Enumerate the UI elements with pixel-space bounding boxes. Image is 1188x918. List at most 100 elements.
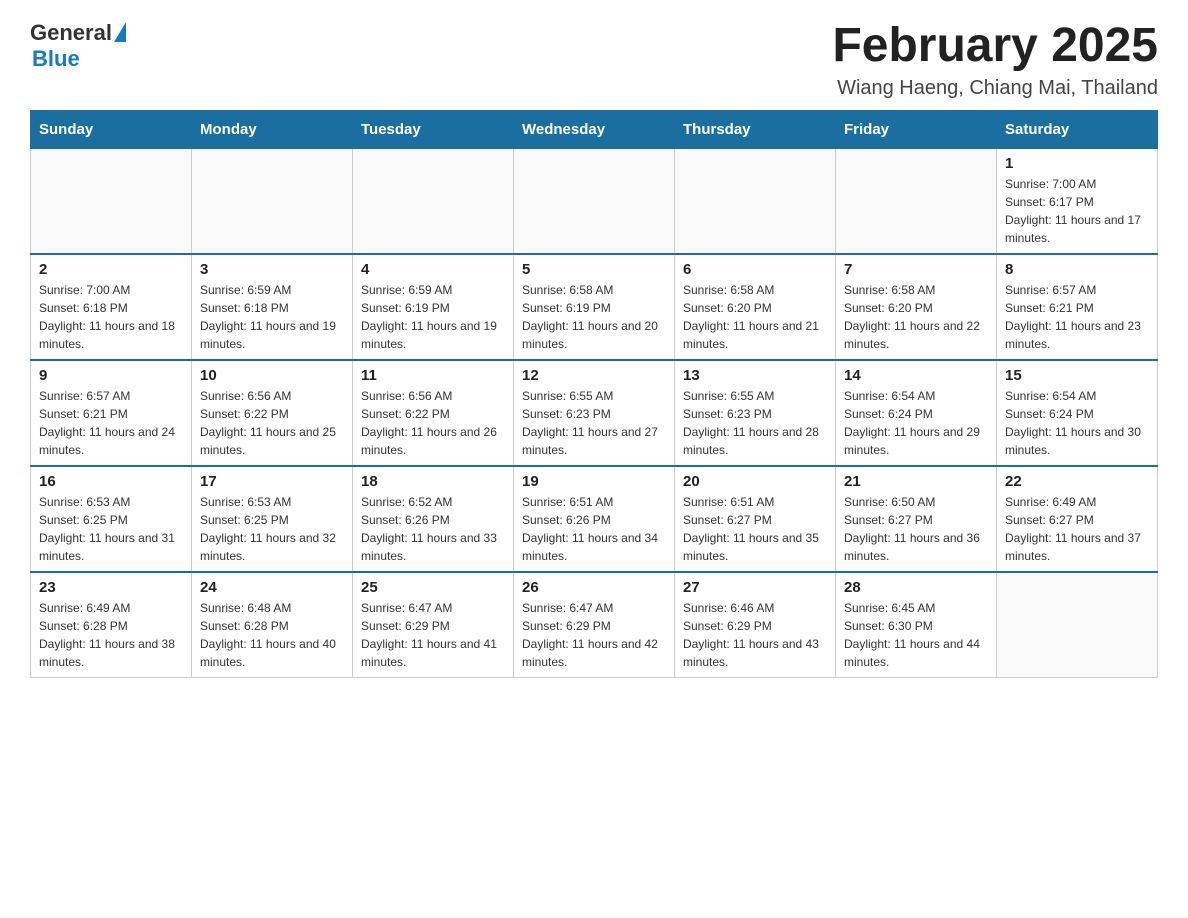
calendar-day-cell: 6Sunrise: 6:58 AMSunset: 6:20 PMDaylight… [675,254,836,360]
calendar-day-cell: 15 Sunrise: 6:54 AMSunset: 6:24 PMDayligh… [997,360,1158,466]
calendar-day-cell: 16 Sunrise: 6:53 AMSunset: 6:25 PMDayligh… [31,466,192,572]
calendar-day-cell: 21 Sunrise: 6:50 AMSunset: 6:27 PMDayligh… [836,466,997,572]
day-number: 10 [200,367,344,384]
day-info: Sunrise: 6:52 AMSunset: 6:26 PMDaylight:… [361,493,505,565]
calendar-day-cell [997,572,1158,678]
calendar-day-cell: 13 Sunrise: 6:55 AMSunset: 6:23 PMDayligh… [675,360,836,466]
day-number: 19 [522,473,666,490]
day-number: 3 [200,261,344,278]
weekday-header-friday: Friday [836,110,997,148]
calendar-week-row: 9 Sunrise: 6:57 AMSunset: 6:21 PMDaylight… [31,360,1158,466]
calendar-day-cell [31,148,192,254]
calendar-day-cell: 19 Sunrise: 6:51 AMSunset: 6:26 PMDayligh… [514,466,675,572]
day-info: Sunrise: 6:49 AMSunset: 6:27 PMDaylight:… [1005,493,1149,565]
logo-triangle-icon [114,22,126,42]
calendar-day-cell: 20 Sunrise: 6:51 AMSunset: 6:27 PMDayligh… [675,466,836,572]
calendar-day-cell: 8 Sunrise: 6:57 AMSunset: 6:21 PMDaylight… [997,254,1158,360]
day-number: 4 [361,261,505,278]
day-info: Sunrise: 6:58 AMSunset: 6:20 PMDaylight:… [844,281,988,353]
day-info: Sunrise: 6:57 AMSunset: 6:21 PMDaylight:… [39,387,183,459]
day-info: Sunrise: 6:53 AMSunset: 6:25 PMDaylight:… [39,493,183,565]
day-info: Sunrise: 6:59 AMSunset: 6:18 PMDaylight:… [200,281,344,353]
calendar-day-cell: 4 Sunrise: 6:59 AMSunset: 6:19 PMDaylight… [353,254,514,360]
day-info: Sunrise: 6:51 AMSunset: 6:27 PMDaylight:… [683,493,827,565]
day-number: 22 [1005,473,1149,490]
title-section: February 2025 Wiang Haeng, Chiang Mai, T… [832,20,1158,100]
day-info: Sunrise: 6:55 AMSunset: 6:23 PMDaylight:… [522,387,666,459]
day-info: Sunrise: 6:49 AMSunset: 6:28 PMDaylight:… [39,599,183,671]
day-number: 2 [39,261,183,278]
day-info: Sunrise: 6:47 AMSunset: 6:29 PMDaylight:… [361,599,505,671]
day-info: Sunrise: 6:54 AMSunset: 6:24 PMDaylight:… [1005,387,1149,459]
weekday-header-row: SundayMondayTuesdayWednesdayThursdayFrid… [31,110,1158,148]
calendar-day-cell: 24 Sunrise: 6:48 AMSunset: 6:28 PMDayligh… [192,572,353,678]
location-subtitle: Wiang Haeng, Chiang Mai, Thailand [832,77,1158,100]
day-info: Sunrise: 6:47 AMSunset: 6:29 PMDaylight:… [522,599,666,671]
day-info: Sunrise: 6:55 AMSunset: 6:23 PMDaylight:… [683,387,827,459]
day-number: 26 [522,579,666,596]
day-info: Sunrise: 7:00 AMSunset: 6:18 PMDaylight:… [39,281,183,353]
calendar-day-cell: 25 Sunrise: 6:47 AMSunset: 6:29 PMDayligh… [353,572,514,678]
day-number: 8 [1005,261,1149,278]
calendar-day-cell: 22 Sunrise: 6:49 AMSunset: 6:27 PMDayligh… [997,466,1158,572]
day-number: 16 [39,473,183,490]
calendar-day-cell: 26 Sunrise: 6:47 AMSunset: 6:29 PMDayligh… [514,572,675,678]
day-info: Sunrise: 6:59 AMSunset: 6:19 PMDaylight:… [361,281,505,353]
weekday-header-wednesday: Wednesday [514,110,675,148]
calendar-day-cell: 17 Sunrise: 6:53 AMSunset: 6:25 PMDayligh… [192,466,353,572]
calendar-day-cell: 3 Sunrise: 6:59 AMSunset: 6:18 PMDaylight… [192,254,353,360]
day-info: Sunrise: 6:54 AMSunset: 6:24 PMDaylight:… [844,387,988,459]
calendar-week-row: 1Sunrise: 7:00 AMSunset: 6:17 PMDaylight… [31,148,1158,254]
day-number: 5 [522,261,666,278]
calendar-table: SundayMondayTuesdayWednesdayThursdayFrid… [30,110,1158,678]
day-number: 18 [361,473,505,490]
day-info: Sunrise: 6:50 AMSunset: 6:27 PMDaylight:… [844,493,988,565]
calendar-week-row: 2 Sunrise: 7:00 AMSunset: 6:18 PMDaylight… [31,254,1158,360]
weekday-header-monday: Monday [192,110,353,148]
calendar-day-cell: 2 Sunrise: 7:00 AMSunset: 6:18 PMDaylight… [31,254,192,360]
day-number: 23 [39,579,183,596]
day-number: 25 [361,579,505,596]
calendar-day-cell: 14Sunrise: 6:54 AMSunset: 6:24 PMDayligh… [836,360,997,466]
weekday-header-thursday: Thursday [675,110,836,148]
day-info: Sunrise: 6:58 AMSunset: 6:20 PMDaylight:… [683,281,827,353]
day-info: Sunrise: 6:45 AMSunset: 6:30 PMDaylight:… [844,599,988,671]
page-header: General Blue February 2025 Wiang Haeng, … [30,20,1158,100]
day-number: 20 [683,473,827,490]
logo-blue-text: Blue [32,46,80,71]
day-info: Sunrise: 6:51 AMSunset: 6:26 PMDaylight:… [522,493,666,565]
calendar-week-row: 23 Sunrise: 6:49 AMSunset: 6:28 PMDayligh… [31,572,1158,678]
calendar-day-cell: 5 Sunrise: 6:58 AMSunset: 6:19 PMDaylight… [514,254,675,360]
calendar-week-row: 16 Sunrise: 6:53 AMSunset: 6:25 PMDayligh… [31,466,1158,572]
day-info: Sunrise: 6:58 AMSunset: 6:19 PMDaylight:… [522,281,666,353]
day-number: 13 [683,367,827,384]
weekday-header-saturday: Saturday [997,110,1158,148]
calendar-day-cell [514,148,675,254]
calendar-day-cell [836,148,997,254]
day-number: 17 [200,473,344,490]
day-number: 21 [844,473,988,490]
calendar-day-cell: 7 Sunrise: 6:58 AMSunset: 6:20 PMDaylight… [836,254,997,360]
day-number: 24 [200,579,344,596]
calendar-day-cell: 1Sunrise: 7:00 AMSunset: 6:17 PMDaylight… [997,148,1158,254]
day-info: Sunrise: 6:48 AMSunset: 6:28 PMDaylight:… [200,599,344,671]
calendar-day-cell [675,148,836,254]
logo-general-text: General [30,20,112,46]
day-info: Sunrise: 6:56 AMSunset: 6:22 PMDaylight:… [200,387,344,459]
day-number: 7 [844,261,988,278]
month-year-title: February 2025 [832,20,1158,73]
calendar-day-cell: 27 Sunrise: 6:46 AMSunset: 6:29 PMDayligh… [675,572,836,678]
day-number: 9 [39,367,183,384]
day-info: Sunrise: 6:57 AMSunset: 6:21 PMDaylight:… [1005,281,1149,353]
logo: General Blue [30,20,126,72]
day-number: 27 [683,579,827,596]
day-number: 15 [1005,367,1149,384]
day-info: Sunrise: 6:56 AMSunset: 6:22 PMDaylight:… [361,387,505,459]
day-number: 28 [844,579,988,596]
calendar-day-cell: 11Sunrise: 6:56 AMSunset: 6:22 PMDayligh… [353,360,514,466]
day-number: 12 [522,367,666,384]
calendar-day-cell: 10 Sunrise: 6:56 AMSunset: 6:22 PMDayligh… [192,360,353,466]
day-info: Sunrise: 6:53 AMSunset: 6:25 PMDaylight:… [200,493,344,565]
calendar-day-cell [192,148,353,254]
day-info: Sunrise: 6:46 AMSunset: 6:29 PMDaylight:… [683,599,827,671]
